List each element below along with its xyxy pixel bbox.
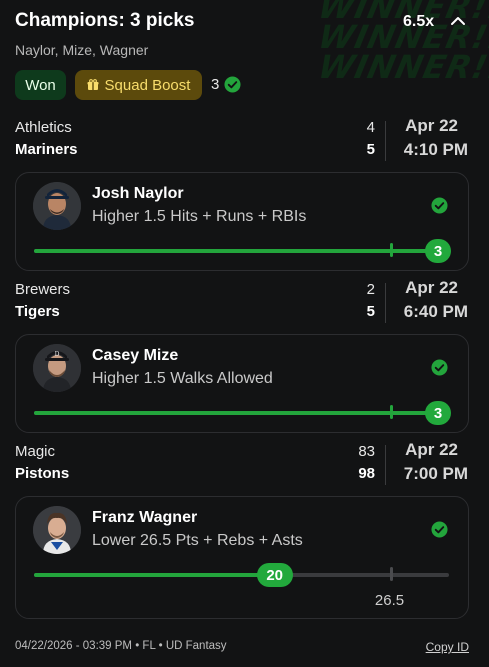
pick-card[interactable]: Franz Wagner Lower 26.5 Pts + Rebs + Ast… (15, 496, 469, 619)
progress-track (34, 573, 449, 577)
pick-line: Higher 1.5 Hits + Runs + RBIs (92, 208, 307, 225)
progress-fill (34, 249, 449, 253)
gift-icon (87, 79, 99, 90)
copy-id-link[interactable]: Copy ID (426, 640, 469, 654)
entry-metadata: 04/22/2026 - 03:39 PM • FL • UD Fantasy (15, 640, 227, 652)
home-score: 98 (358, 465, 375, 482)
home-team: Mariners (15, 141, 78, 158)
divider (385, 445, 386, 485)
target-marker (389, 243, 393, 257)
away-team: Magic (15, 443, 56, 460)
collapse-button[interactable] (447, 10, 469, 32)
entry-title: Champions: 3 picks (15, 10, 195, 31)
payout-multiplier: 6.5x (403, 13, 435, 30)
game-time: 7:00 PM (403, 464, 468, 483)
winning-picks-number: 3 (211, 76, 220, 93)
picked-players: Naylor, Mize, Wagner (15, 42, 149, 58)
chevron-up-icon (451, 17, 465, 25)
player-avatar (33, 506, 81, 554)
squad-boost-badge[interactable]: Squad Boost (75, 70, 202, 100)
game-date: Apr 22 (405, 278, 458, 297)
player-name: Josh Naylor (92, 185, 184, 202)
away-team: Athletics (15, 119, 72, 136)
winning-picks-count: 3 (211, 76, 241, 93)
player-headshot (33, 506, 81, 554)
player-headshot (33, 182, 81, 230)
game-row: Magic Pistons 83 98 Apr 22 7:00 PM (0, 440, 489, 491)
player-name: Franz Wagner (92, 509, 198, 526)
entry-card: WINNER!! WINNER!! WINNER!! Champions: 3 … (0, 0, 489, 667)
target-marker (389, 567, 393, 581)
check-circle-icon (431, 197, 448, 214)
player-avatar: D (33, 344, 81, 392)
target-value-label: 26.5 (374, 592, 405, 609)
check-circle-icon (431, 521, 448, 538)
player-avatar (33, 182, 81, 230)
game-time: 6:40 PM (403, 302, 468, 321)
target-marker (389, 405, 393, 419)
check-circle-icon (224, 76, 241, 93)
pick-card[interactable]: Josh Naylor Higher 1.5 Hits + Runs + RBI… (15, 172, 469, 271)
svg-text:D: D (55, 351, 60, 358)
game-date: Apr 22 (405, 440, 458, 459)
result-bubble: 20 (256, 563, 293, 587)
pick-line: Lower 26.5 Pts + Rebs + Asts (92, 532, 303, 549)
pick-card[interactable]: D Casey Mize Higher 1.5 Walks Allowed 3 (15, 334, 469, 433)
progress-track (34, 411, 449, 415)
home-score: 5 (366, 141, 375, 158)
divider (385, 283, 386, 323)
pick-line: Higher 1.5 Walks Allowed (92, 370, 273, 387)
away-team: Brewers (15, 281, 71, 298)
home-team: Pistons (15, 465, 70, 482)
home-team: Tigers (15, 303, 60, 320)
away-score: 83 (358, 443, 375, 460)
progress-fill (34, 411, 449, 415)
progress-fill (34, 573, 275, 577)
player-name: Casey Mize (92, 347, 179, 364)
divider (385, 121, 386, 161)
progress-track (34, 249, 449, 253)
home-score: 5 (366, 303, 375, 320)
game-date: Apr 22 (405, 116, 458, 135)
result-bubble: 3 (425, 401, 451, 425)
check-circle-icon (431, 359, 448, 376)
won-badge: Won (15, 70, 66, 100)
game-row: Brewers Tigers 2 5 Apr 22 6:40 PM (0, 278, 489, 329)
away-score: 4 (366, 119, 375, 136)
game-row: Athletics Mariners 4 5 Apr 22 4:10 PM (0, 116, 489, 167)
result-bubble: 3 (425, 239, 451, 263)
away-score: 2 (366, 281, 375, 298)
squad-boost-label: Squad Boost (104, 76, 191, 94)
player-headshot: D (33, 344, 81, 392)
game-time: 4:10 PM (403, 140, 468, 159)
